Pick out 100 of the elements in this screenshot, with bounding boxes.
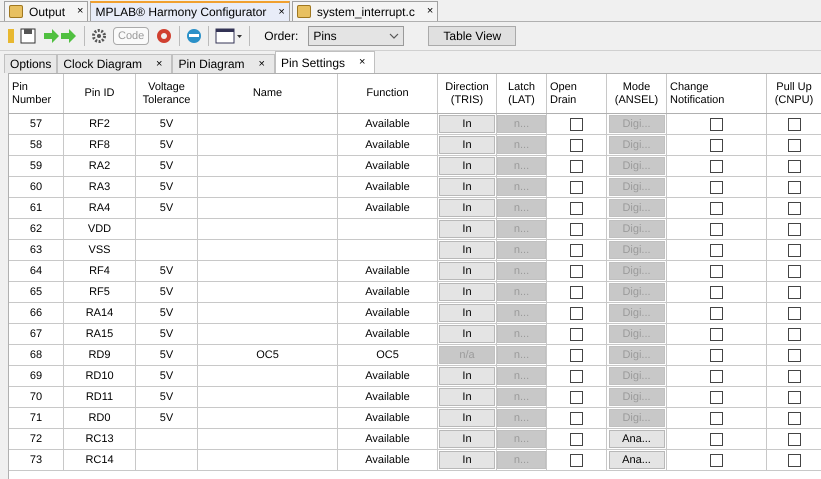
checkbox[interactable]: [570, 264, 583, 278]
direction-button[interactable]: In: [439, 199, 495, 217]
column-header[interactable]: Function: [338, 74, 438, 113]
checkbox[interactable]: [570, 286, 583, 298]
checkbox[interactable]: [710, 432, 723, 446]
column-header[interactable]: Voltage Tolerance: [136, 74, 198, 113]
checkbox[interactable]: [710, 328, 723, 340]
direction-button[interactable]: In: [439, 157, 495, 175]
checkbox[interactable]: [788, 412, 800, 424]
checkbox[interactable]: [570, 244, 583, 256]
checkbox[interactable]: [710, 118, 723, 130]
checkbox[interactable]: [710, 180, 723, 194]
save-icon[interactable]: [20, 28, 36, 44]
column-header[interactable]: Change Notification: [667, 74, 767, 113]
checkbox[interactable]: [710, 390, 723, 404]
window-dropdown-icon[interactable]: [215, 27, 244, 45]
checkbox[interactable]: [710, 370, 723, 382]
column-header[interactable]: Pin ID: [64, 74, 136, 113]
checkbox[interactable]: [788, 180, 800, 194]
direction-button[interactable]: In: [439, 304, 495, 322]
view-tab[interactable]: Pin Diagram ×: [172, 54, 275, 73]
checkbox[interactable]: [570, 328, 583, 340]
direction-button[interactable]: In: [439, 241, 495, 259]
table-cell-text: 5V: [160, 390, 174, 405]
editor-tab[interactable]: Output ×: [4, 1, 88, 21]
checkbox[interactable]: [570, 454, 583, 466]
mode-button[interactable]: Ana...: [608, 451, 664, 469]
checkbox[interactable]: [710, 160, 723, 172]
checkbox[interactable]: [570, 432, 583, 446]
checkbox[interactable]: [710, 454, 723, 466]
checkbox[interactable]: [788, 118, 800, 130]
checkbox[interactable]: [570, 202, 583, 214]
close-icon[interactable]: ×: [426, 3, 434, 20]
direction-button[interactable]: In: [439, 178, 495, 196]
direction-button[interactable]: In: [439, 451, 495, 469]
table-cell-text: 62: [30, 222, 42, 237]
column-header[interactable]: Pull Up (CNPU): [767, 74, 821, 113]
checkbox[interactable]: [570, 412, 583, 424]
checkbox[interactable]: [570, 180, 583, 194]
checkbox[interactable]: [788, 138, 800, 152]
direction-button[interactable]: In: [439, 367, 495, 385]
checkbox[interactable]: [788, 390, 800, 404]
checkbox[interactable]: [788, 160, 800, 172]
close-icon[interactable]: ×: [258, 56, 265, 72]
checkbox[interactable]: [570, 222, 583, 236]
column-header[interactable]: Latch (LAT): [497, 74, 547, 113]
checkbox[interactable]: [788, 244, 800, 256]
checkbox[interactable]: [710, 264, 723, 278]
checkbox[interactable]: [788, 370, 800, 382]
direction-button[interactable]: In: [439, 220, 495, 238]
direction-button[interactable]: In: [439, 430, 495, 448]
view-tab[interactable]: Clock Diagram ×: [57, 54, 172, 73]
checkbox[interactable]: [570, 348, 583, 362]
checkbox[interactable]: [570, 160, 583, 172]
direction-button[interactable]: In: [439, 262, 495, 280]
close-icon[interactable]: ×: [156, 56, 162, 72]
editor-tab[interactable]: system_interrupt.c ×: [292, 1, 438, 21]
direction-button[interactable]: In: [439, 325, 495, 343]
direction-button[interactable]: In: [439, 115, 495, 133]
checkbox[interactable]: [788, 454, 800, 466]
editor-tab[interactable]: MPLAB® Harmony Configurator ×: [90, 1, 290, 21]
close-icon[interactable]: ×: [77, 3, 84, 20]
checkbox[interactable]: [570, 118, 583, 130]
close-icon[interactable]: ×: [278, 4, 285, 20]
order-dropdown[interactable]: Pins: [308, 26, 404, 46]
view-tab[interactable]: Options: [4, 54, 58, 73]
column-header[interactable]: Open Drain: [547, 74, 607, 113]
table-view-button[interactable]: Table View: [428, 26, 516, 46]
checkbox[interactable]: [710, 222, 723, 236]
checkbox[interactable]: [710, 286, 723, 298]
column-header[interactable]: Mode (ANSEL): [607, 74, 667, 113]
checkbox[interactable]: [570, 370, 583, 382]
column-header[interactable]: Pin Number: [9, 74, 64, 113]
direction-button[interactable]: In: [439, 136, 495, 154]
view-tab[interactable]: Pin Settings ×: [274, 51, 376, 73]
column-header[interactable]: Direction (TRIS): [438, 74, 497, 113]
checkbox[interactable]: [788, 328, 800, 340]
checkbox[interactable]: [710, 412, 723, 424]
checkbox[interactable]: [788, 348, 800, 362]
checkbox[interactable]: [788, 432, 800, 446]
checkbox[interactable]: [570, 390, 583, 404]
table-cell-text: RF2: [89, 116, 110, 132]
close-icon[interactable]: ×: [359, 54, 366, 71]
checkbox[interactable]: [788, 264, 800, 278]
checkbox[interactable]: [710, 306, 723, 320]
checkbox[interactable]: [570, 138, 583, 152]
mode-button[interactable]: Ana...: [608, 430, 664, 448]
checkbox[interactable]: [710, 244, 723, 256]
checkbox[interactable]: [788, 202, 800, 214]
checkbox[interactable]: [788, 286, 800, 298]
direction-button[interactable]: In: [439, 388, 495, 406]
direction-button[interactable]: In: [439, 283, 495, 301]
checkbox[interactable]: [710, 202, 723, 214]
direction-button[interactable]: In: [439, 409, 495, 427]
checkbox[interactable]: [710, 348, 723, 362]
checkbox[interactable]: [570, 306, 583, 320]
checkbox[interactable]: [788, 306, 800, 320]
checkbox[interactable]: [788, 222, 800, 236]
column-header[interactable]: Name: [198, 74, 338, 113]
checkbox[interactable]: [710, 138, 723, 152]
